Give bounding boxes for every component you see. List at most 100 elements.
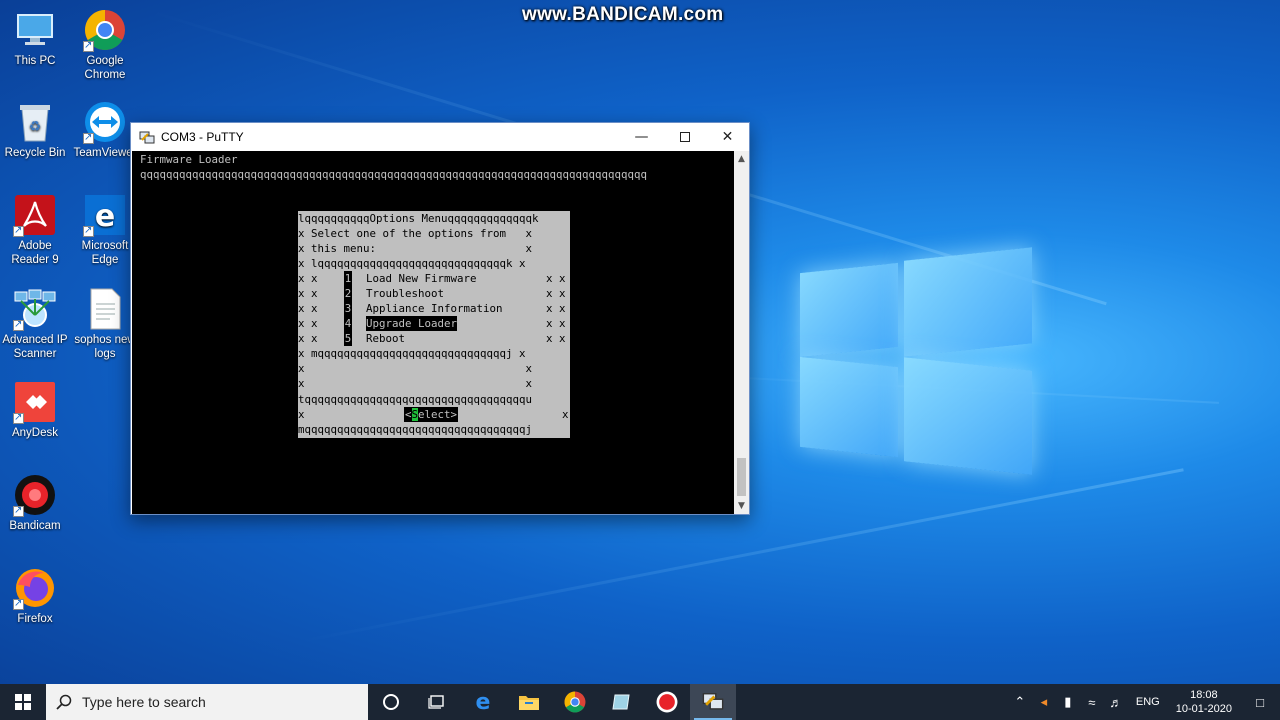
desktop-icon-recycle-bin[interactable]: ♻ Recycle Bin [0,100,71,160]
dialog-blank-line: x x [298,362,533,375]
select-button[interactable]: <Select> [404,407,459,422]
taskbar: Type here to search e ⌃ ◂ ▮ ≈ ♬ ENG 18:0… [0,684,1280,720]
desktop-icon-ip-scanner[interactable]: Advanced IP Scanner [0,287,71,361]
svg-text:♻: ♻ [29,118,42,134]
scroll-up-arrow-icon[interactable]: ▲ [734,151,749,167]
option-appliance-information[interactable]: Appliance Information [366,301,503,316]
dialog-top-border: lqqqqqqqqqqOptions Menuqqqqqqqqqqqqqk [298,212,539,225]
taskbar-file-explorer[interactable] [506,684,552,720]
document-icon [83,287,127,331]
option-number: 3 [344,301,352,316]
recycle-bin-icon: ♻ [13,100,57,144]
row-frame-right: x x [546,272,566,285]
dialog-prompt-line: x this menu: x [298,242,533,255]
row-frame-left: x x [298,332,318,345]
option-load-new-firmware[interactable]: Load New Firmware [366,271,477,286]
edge-icon: e [475,689,491,715]
terminal-rule: qqqqqqqqqqqqqqqqqqqqqqqqqqqqqqqqqqqqqqqq… [140,168,648,181]
volume-icon[interactable]: ♬ [1104,695,1128,710]
minimize-icon: — [634,129,649,145]
bandicam-icon [656,691,678,713]
taskbar-search[interactable]: Type here to search [46,684,368,720]
maximize-button[interactable] [663,123,706,151]
putty-title: COM3 - PuTTY [161,130,244,144]
taskbar-edge[interactable]: e [460,684,506,720]
app-tile-icon [612,694,630,710]
row-frame-left: x x [298,302,318,315]
desktop-icon-this-pc[interactable]: This PC [0,8,71,68]
clock-date: 10-01-2020 [1175,703,1232,715]
option-number: 4 [344,316,352,331]
system-tray: ⌃ ◂ ▮ ≈ ♬ ENG 18:08 10-01-2020 □ [1008,684,1280,720]
terminal-header: Firmware Loader [140,153,238,166]
ip-scanner-icon [13,287,57,332]
clock-time: 18:08 [1190,689,1218,701]
action-center-icon[interactable]: □ [1240,695,1280,710]
row-frame-right: x x [546,302,566,315]
row-frame-left: x x [298,287,318,300]
terminal-screen[interactable]: Firmware Loader qqqqqqqqqqqqqqqqqqqqqqqq… [132,151,735,514]
chrome-icon [564,691,586,713]
warning-speaker-icon[interactable]: ◂ [1032,694,1056,710]
row-frame-right: x x [546,287,566,300]
vertical-scrollbar[interactable]: ▲ ▼ [734,151,749,514]
start-button[interactable] [0,684,46,720]
folder-icon [519,696,539,710]
option-number: 5 [344,331,352,346]
desktop-icon-adobe-reader[interactable]: Adobe Reader 9 [0,193,71,267]
anydesk-icon [13,380,57,425]
putty-window[interactable]: COM3 - PuTTY — ✕ Firmware Loader qqqqqqq… [130,122,750,515]
taskbar-putty[interactable] [690,684,736,720]
bandicam-icon [13,473,57,518]
minimize-button[interactable]: — [620,123,663,151]
close-icon: ✕ [721,129,734,145]
row-frame-right: x x [546,332,566,345]
windows-start-icon [15,694,31,710]
desktop-icon-firefox[interactable]: Firefox [0,566,71,626]
option-reboot[interactable]: Reboot [366,331,405,346]
dialog-button-frame-left: x [298,408,305,421]
options-menu-dialog: lqqqqqqqqqqOptions Menuqqqqqqqqqqqqqk x … [298,211,570,438]
desktop-icon-chrome[interactable]: Google Chrome [69,8,141,82]
task-view-button[interactable] [414,684,460,720]
dialog-button-frame-right: x [562,408,569,421]
bandicam-watermark: www.BANDICAM.com [522,4,724,25]
battery-icon[interactable]: ▮ [1056,694,1080,710]
row-frame-left: x x [298,317,318,330]
cortana-button[interactable] [368,684,414,720]
cortana-circle-icon [383,694,399,710]
close-button[interactable]: ✕ [706,123,749,151]
scroll-down-arrow-icon[interactable]: ▼ [734,498,749,514]
maximize-icon [679,132,690,142]
scrollbar-thumb[interactable] [737,458,746,496]
option-upgrade-loader[interactable]: Upgrade Loader [366,316,458,331]
monitor-icon [13,8,57,52]
dialog-inner-top: x lqqqqqqqqqqqqqqqqqqqqqqqqqqqqqk x [298,257,526,270]
taskbar-app[interactable] [598,684,644,720]
putty-icon [139,130,155,144]
clock[interactable]: 18:08 10-01-2020 [1176,688,1232,716]
option-troubleshoot[interactable]: Troubleshoot [366,286,444,301]
teamviewer-icon [83,100,127,145]
option-number: 1 [344,271,352,286]
dialog-bottom-border: mqqqqqqqqqqqqqqqqqqqqqqqqqqqqqqqqqqj [298,423,533,436]
putty-titlebar[interactable]: COM3 - PuTTY — ✕ [131,123,749,151]
desktop-icon-anydesk[interactable]: AnyDesk [0,380,71,440]
desktop-icon-bandicam[interactable]: Bandicam [0,473,71,533]
wifi-icon[interactable]: ≈ [1080,695,1104,710]
row-frame-right: x x [546,317,566,330]
dialog-prompt-line: x Select one of the options from x [298,227,533,240]
language-indicator[interactable]: ENG [1136,696,1160,708]
adobe-reader-icon [13,193,57,238]
show-hidden-icons-chevron-icon[interactable]: ⌃ [1008,694,1032,710]
taskbar-bandicam[interactable] [644,684,690,720]
firefox-icon [13,566,57,611]
option-number: 2 [344,286,352,301]
search-placeholder: Type here to search [82,694,206,710]
row-frame-left: x x [298,272,318,285]
putty-icon [702,693,724,710]
search-icon [56,694,72,710]
taskbar-chrome[interactable] [552,684,598,720]
windows-logo-wallpaper [800,240,1035,480]
dialog-separator: tqqqqqqqqqqqqqqqqqqqqqqqqqqqqqqqqqqu [298,393,533,406]
